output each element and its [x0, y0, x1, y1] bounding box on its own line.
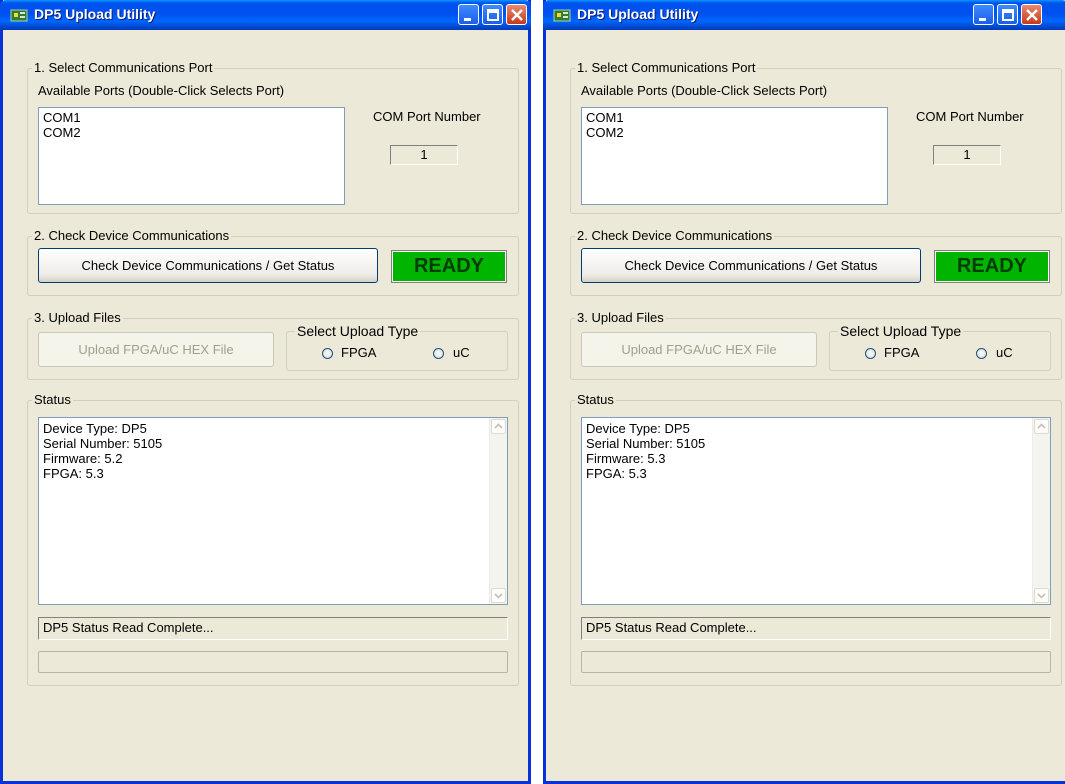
port-item[interactable]: COM2 — [43, 125, 340, 140]
status-line: FPGA: 5.3 — [586, 466, 647, 481]
upload-type-label: Select Upload Type — [838, 323, 964, 339]
maximize-button[interactable] — [997, 4, 1018, 25]
title-bar[interactable]: DP5 Upload Utility — [543, 0, 1065, 30]
status-message-bar: DP5 Status Read Complete... — [581, 617, 1051, 640]
status-line: Device Type: DP5 — [43, 421, 147, 436]
close-button[interactable] — [1021, 4, 1042, 25]
status-message-bar: DP5 Status Read Complete... — [38, 617, 508, 640]
uc-radio-label: uC — [996, 345, 1013, 360]
status-line: Firmware: 5.2 — [43, 451, 123, 466]
status-group: Status Device Type: DP5 Serial Number: 5… — [570, 392, 1062, 686]
scroll-up-button[interactable] — [1034, 419, 1049, 434]
upload-files-group-label: 3. Upload Files — [575, 310, 666, 325]
minimize-icon — [979, 18, 986, 21]
upload-type-group: Select Upload Type FPGA uC — [829, 323, 1051, 371]
minimize-button[interactable] — [973, 4, 994, 25]
maximize-icon — [487, 9, 499, 21]
upload-files-group-label: 3. Upload Files — [32, 310, 123, 325]
port-item[interactable]: COM2 — [586, 125, 883, 140]
progress-bar — [581, 651, 1051, 673]
check-device-group: 2. Check Device Communications Check Dev… — [570, 228, 1062, 296]
status-scrollbar[interactable] — [1032, 418, 1050, 604]
select-port-group: 1. Select Communications Port Available … — [570, 60, 1062, 214]
close-button[interactable] — [506, 4, 527, 25]
upload-type-label: Select Upload Type — [295, 323, 421, 339]
scroll-down-button[interactable] — [491, 588, 506, 603]
port-item[interactable]: COM1 — [586, 110, 883, 125]
fpga-radio-label: FPGA — [884, 345, 920, 360]
com-port-number-field[interactable]: 1 — [933, 145, 1001, 165]
status-line: Serial Number: 5105 — [43, 436, 163, 451]
fpga-radio[interactable] — [322, 348, 333, 359]
com-port-number-field[interactable]: 1 — [390, 145, 458, 165]
status-group: Status Device Type: DP5 Serial Number: 5… — [27, 392, 519, 686]
maximize-icon — [1002, 9, 1014, 21]
check-device-group-label: 2. Check Device Communications — [32, 228, 232, 243]
ready-indicator: READY — [934, 250, 1050, 283]
upload-files-group: 3. Upload Files Upload FPGA/uC HEX File … — [27, 310, 519, 380]
uc-radio[interactable] — [976, 348, 987, 359]
app-board-icon — [10, 9, 28, 22]
status-line: Firmware: 5.3 — [586, 451, 666, 466]
com-port-number-label: COM Port Number — [373, 109, 481, 124]
close-icon — [511, 9, 523, 21]
fpga-radio-label: FPGA — [341, 345, 377, 360]
scroll-up-button[interactable] — [491, 419, 506, 434]
minimize-button[interactable] — [458, 4, 479, 25]
scroll-down-icon — [1037, 593, 1046, 599]
check-device-button[interactable]: Check Device Communications / Get Status — [581, 248, 921, 283]
upload-hex-button[interactable]: Upload FPGA/uC HEX File — [38, 332, 274, 367]
check-device-button[interactable]: Check Device Communications / Get Status — [38, 248, 378, 283]
check-device-group: 2. Check Device Communications Check Dev… — [27, 228, 519, 296]
window-title: DP5 Upload Utility — [577, 6, 699, 22]
scroll-down-button[interactable] — [1034, 588, 1049, 603]
scroll-down-icon — [494, 593, 503, 599]
uc-radio[interactable] — [433, 348, 444, 359]
select-port-group-label: 1. Select Communications Port — [32, 60, 215, 75]
uc-radio-label: uC — [453, 345, 470, 360]
upload-hex-button[interactable]: Upload FPGA/uC HEX File — [581, 332, 817, 367]
progress-bar — [38, 651, 508, 673]
select-port-group-label: 1. Select Communications Port — [575, 60, 758, 75]
ready-indicator: READY — [391, 250, 507, 283]
available-ports-label: Available Ports (Double-Click Selects Po… — [38, 83, 285, 98]
scroll-up-icon — [494, 423, 503, 429]
app-board-icon — [553, 9, 571, 22]
status-line: Serial Number: 5105 — [586, 436, 706, 451]
available-ports-list[interactable]: COM1 COM2 — [581, 107, 888, 205]
check-device-group-label: 2. Check Device Communications — [575, 228, 775, 243]
close-icon — [1026, 9, 1038, 21]
available-ports-list[interactable]: COM1 COM2 — [38, 107, 345, 205]
scroll-up-icon — [1037, 423, 1046, 429]
status-line: Device Type: DP5 — [586, 421, 690, 436]
status-scrollbar[interactable] — [489, 418, 507, 604]
select-port-group: 1. Select Communications Port Available … — [27, 60, 519, 214]
minimize-icon — [464, 18, 471, 21]
status-group-label: Status — [32, 392, 73, 407]
port-item[interactable]: COM1 — [43, 110, 340, 125]
window-title: DP5 Upload Utility — [34, 6, 156, 22]
com-port-number-label: COM Port Number — [916, 109, 1024, 124]
fpga-radio[interactable] — [865, 348, 876, 359]
upload-type-group: Select Upload Type FPGA uC — [286, 323, 508, 371]
upload-files-group: 3. Upload Files Upload FPGA/uC HEX File … — [570, 310, 1062, 380]
status-text-area[interactable]: Device Type: DP5 Serial Number: 5105 Fir… — [581, 417, 1051, 605]
status-line: FPGA: 5.3 — [43, 466, 104, 481]
available-ports-label: Available Ports (Double-Click Selects Po… — [581, 83, 828, 98]
status-text-area[interactable]: Device Type: DP5 Serial Number: 5105 Fir… — [38, 417, 508, 605]
maximize-button[interactable] — [482, 4, 503, 25]
window-left: DP5 Upload Utility 1. Select Communicati… — [0, 0, 531, 784]
status-group-label: Status — [575, 392, 616, 407]
window-right: DP5 Upload Utility 1. Select Communicati… — [543, 0, 1065, 784]
title-bar[interactable]: DP5 Upload Utility — [0, 0, 531, 30]
